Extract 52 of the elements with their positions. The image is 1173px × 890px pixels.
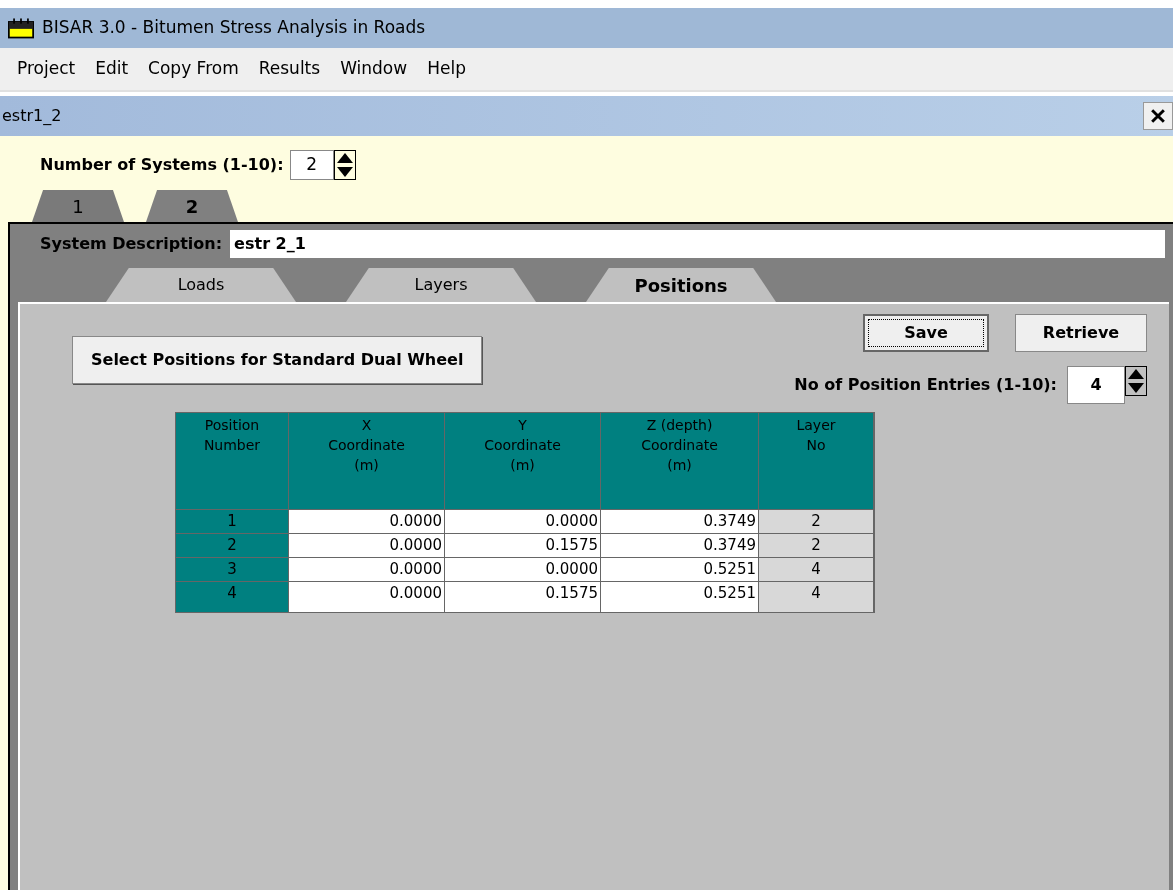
- table-cell[interactable]: 0.1575: [445, 582, 601, 612]
- menu-item[interactable]: Edit: [90, 56, 134, 82]
- table-cell[interactable]: 0.5251: [601, 582, 759, 612]
- spin-arrows-icon[interactable]: [333, 150, 356, 180]
- close-icon: [1151, 109, 1165, 123]
- entries-count-label: No of Position Entries (1-10):: [794, 374, 1057, 396]
- column-header: Layer No: [759, 413, 874, 509]
- tab[interactable]: Positions: [586, 268, 776, 302]
- document-title: estr1_2: [2, 105, 62, 127]
- table-cell[interactable]: 0.0000: [445, 558, 601, 581]
- tab[interactable]: Loads: [106, 268, 296, 302]
- table-cell: 4: [176, 582, 289, 612]
- table-cell: 1: [176, 510, 289, 533]
- column-header: Y Coordinate (m): [445, 413, 601, 509]
- menu-item[interactable]: Results: [253, 56, 326, 82]
- menu-item[interactable]: Copy From: [143, 56, 244, 82]
- table-cell[interactable]: 0.5251: [601, 558, 759, 581]
- table-cell: 4: [759, 582, 874, 612]
- table-cell: 4: [759, 558, 874, 581]
- retrieve-button[interactable]: Retrieve: [1015, 314, 1147, 352]
- system-tab[interactable]: 2: [146, 190, 238, 222]
- select-positions-button[interactable]: Select Positions for Standard Dual Wheel: [72, 336, 483, 384]
- menu-item[interactable]: Help: [422, 56, 471, 82]
- table-cell: 2: [759, 510, 874, 533]
- spin-arrows-icon[interactable]: [1125, 366, 1147, 396]
- table-cell: 3: [176, 558, 289, 581]
- column-header: Z (depth) Coordinate (m): [601, 413, 759, 509]
- calendar-icon: [8, 17, 34, 39]
- window-title: BISAR 3.0 - Bitumen Stress Analysis in Roads: [42, 16, 426, 40]
- table-cell[interactable]: 0.3749: [601, 510, 759, 533]
- table-cell: 2: [176, 534, 289, 557]
- table-cell[interactable]: 0.0000: [445, 510, 601, 533]
- tab[interactable]: Layers: [346, 268, 536, 302]
- table-cell[interactable]: 0.1575: [445, 534, 601, 557]
- systems-count-field[interactable]: 2: [289, 150, 334, 180]
- close-button[interactable]: [1143, 102, 1173, 130]
- table-cell[interactable]: 0.0000: [289, 510, 445, 533]
- table-cell[interactable]: 0.3749: [601, 534, 759, 557]
- system-description-field[interactable]: estr 2_1: [230, 230, 1165, 258]
- column-header: X Coordinate (m): [289, 413, 445, 509]
- system-tab[interactable]: 1: [32, 190, 124, 222]
- menu-item[interactable]: Project: [12, 56, 81, 82]
- save-button[interactable]: Save: [863, 314, 989, 352]
- table-cell: 2: [759, 534, 874, 557]
- entries-count-field[interactable]: 4: [1067, 366, 1125, 404]
- table-cell[interactable]: 0.0000: [289, 582, 445, 612]
- system-description-label: System Description:: [40, 233, 223, 255]
- table-cell[interactable]: 0.0000: [289, 534, 445, 557]
- table-cell[interactable]: 0.0000: [289, 558, 445, 581]
- column-header: Position Number: [176, 413, 289, 509]
- systems-count-label: Number of Systems (1-10):: [40, 154, 284, 176]
- menu-item[interactable]: Window: [335, 56, 413, 82]
